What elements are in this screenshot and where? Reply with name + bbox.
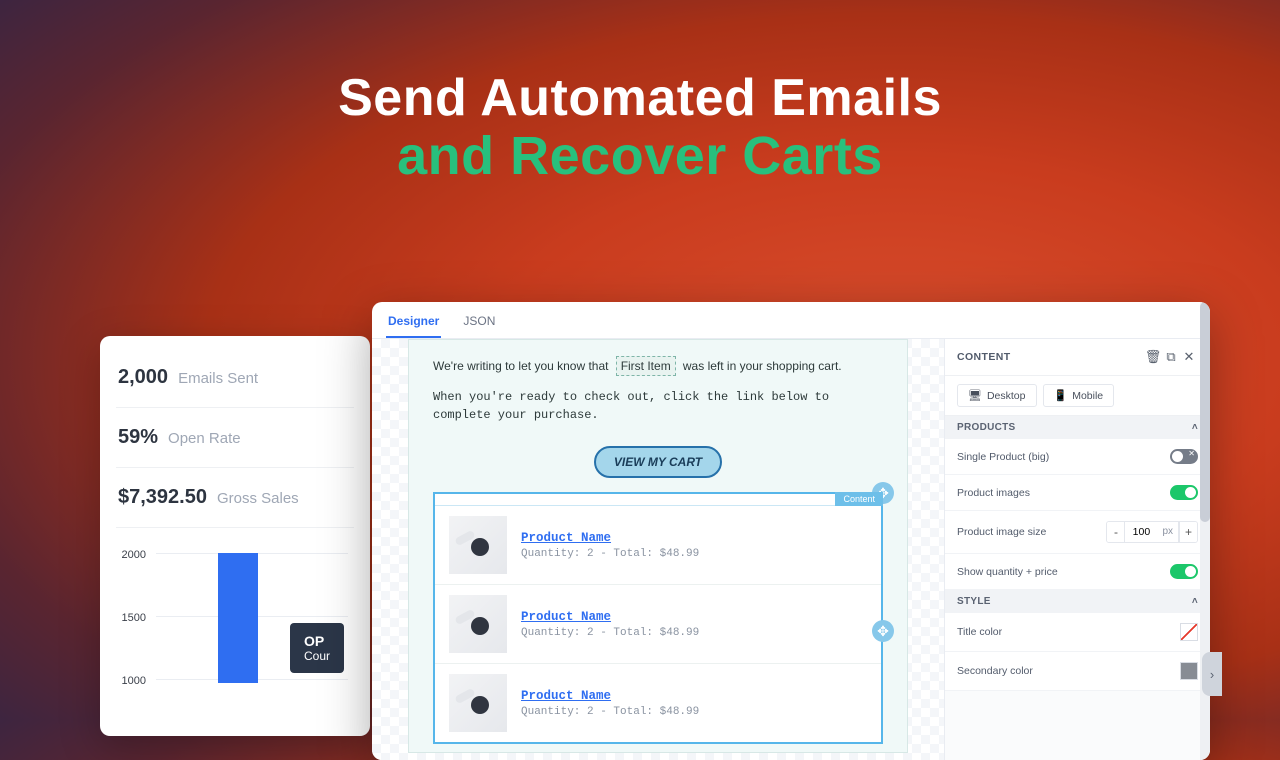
designer-canvas[interactable]: We're writing to let you know that First… [372, 339, 944, 760]
view-cart-button[interactable]: VIEW MY CART [594, 446, 722, 478]
image-size-stepper[interactable]: - px + [1106, 521, 1198, 543]
text-span: was left in your shopping cart. [683, 359, 842, 373]
stats-card: 2,000 Emails Sent 59% Open Rate $7,392.5… [100, 336, 370, 736]
device-desktop-button[interactable]: 🖥 Desktop [957, 384, 1037, 407]
toggle-product-images[interactable] [1170, 485, 1198, 500]
move-block-handle[interactable]: ✥ [872, 620, 894, 642]
y-tick: 1500 [110, 612, 146, 624]
tooltip-title: OP [304, 633, 324, 649]
desktop-icon: 🖥 [968, 389, 982, 402]
stat-emails-sent: 2,000 Emails Sent [116, 348, 354, 408]
product-name[interactable]: Product Name [521, 531, 699, 545]
prop-single-product: Single Product (big) [957, 451, 1170, 463]
section-title: STYLE [957, 596, 991, 607]
chart-bar [218, 553, 258, 683]
tab-json[interactable]: JSON [461, 308, 497, 338]
product-meta: Quantity: 2 - Total: $48.99 [521, 548, 699, 560]
duplicate-icon[interactable]: ⧉ [1162, 349, 1180, 365]
products-block[interactable]: ✥ ✥ Content Product Name Quantity: 2 - T… [433, 492, 883, 744]
designer-tabs: Designer JSON [372, 302, 1210, 339]
product-name[interactable]: Product Name [521, 610, 699, 624]
stepper-increment[interactable]: + [1179, 522, 1197, 542]
properties-panel: CONTENT 🗑 ⧉ ✕ 🖥 Desktop 📱 Mobile PRODUCTS ˄… [944, 339, 1210, 760]
device-label: Desktop [987, 390, 1026, 402]
stepper-decrement[interactable]: - [1107, 522, 1125, 542]
section-products[interactable]: PRODUCTS ˄ [945, 416, 1210, 439]
device-mobile-button[interactable]: 📱 Mobile [1043, 384, 1115, 407]
product-row[interactable]: Product Name Quantity: 2 - Total: $48.99 [435, 585, 881, 664]
stat-value: $7,392.50 [118, 486, 207, 509]
headline-line-1: Send Automated Emails [0, 70, 1280, 127]
chart-tooltip: OP Cour [290, 623, 344, 673]
product-thumb-icon [449, 595, 507, 653]
secondary-color-swatch[interactable] [1180, 662, 1198, 680]
email-designer-window: Designer JSON We're writing to let you k… [372, 302, 1210, 760]
stat-open-rate: 59% Open Rate [116, 408, 354, 468]
toggle-single-product[interactable] [1170, 449, 1198, 464]
product-meta: Quantity: 2 - Total: $48.99 [521, 627, 699, 639]
y-tick: 1000 [110, 675, 146, 687]
chevron-up-icon: ˄ [1192, 422, 1198, 433]
email-paragraph-2: When you're ready to check out, click th… [433, 388, 883, 424]
stat-value: 59% [118, 426, 158, 449]
stat-label: Emails Sent [178, 370, 258, 387]
chevron-up-icon: ˄ [1192, 596, 1198, 607]
prop-image-size: Product image size [957, 526, 1106, 538]
y-axis: 2000 1500 1000 [110, 554, 150, 684]
product-row[interactable]: Product Name Quantity: 2 - Total: $48.99 [435, 506, 881, 585]
stat-label: Gross Sales [217, 490, 299, 507]
marketing-headline: Send Automated Emails and Recover Carts [0, 70, 1280, 187]
product-meta: Quantity: 2 - Total: $48.99 [521, 706, 699, 718]
stat-gross-sales: $7,392.50 Gross Sales [116, 468, 354, 528]
content-badge: Content [835, 492, 883, 506]
product-thumb-icon [449, 674, 507, 732]
section-title: PRODUCTS [957, 422, 1016, 433]
tooltip-subtitle: Cour [304, 649, 330, 663]
product-thumb-icon [449, 516, 507, 574]
trash-icon[interactable]: 🗑 [1144, 349, 1162, 365]
tab-designer[interactable]: Designer [386, 308, 441, 338]
section-style[interactable]: STYLE ˄ [945, 590, 1210, 613]
title-color-swatch[interactable] [1180, 623, 1198, 641]
prop-title-color: Title color [957, 626, 1180, 638]
prop-secondary-color: Secondary color [957, 665, 1180, 677]
product-name[interactable]: Product Name [521, 689, 699, 703]
mobile-icon: 📱 [1054, 389, 1068, 402]
collapse-panel-handle[interactable]: › [1202, 652, 1222, 696]
y-tick: 2000 [110, 549, 146, 561]
stat-label: Open Rate [168, 430, 241, 447]
prop-product-images: Product images [957, 487, 1170, 499]
text-span: We're writing to let you know that [433, 359, 608, 373]
headline-line-2: and Recover Carts [0, 127, 1280, 186]
close-icon[interactable]: ✕ [1180, 349, 1198, 365]
device-label: Mobile [1072, 390, 1103, 402]
email-preview: We're writing to let you know that First… [408, 339, 908, 753]
unit-label: px [1157, 522, 1179, 542]
panel-title: CONTENT [957, 351, 1144, 363]
product-row[interactable]: Product Name Quantity: 2 - Total: $48.99 [435, 664, 881, 742]
image-size-input[interactable] [1125, 522, 1157, 542]
stat-value: 2,000 [118, 366, 168, 389]
prop-show-qty-price: Show quantity + price [957, 566, 1170, 578]
merge-tag-first-item[interactable]: First Item [616, 356, 676, 376]
email-paragraph-1: We're writing to let you know that First… [433, 356, 883, 376]
chart-grid: OP Cour [156, 553, 348, 683]
toggle-show-qty-price[interactable] [1170, 564, 1198, 579]
chart-area: 2000 1500 1000 OP Cour [116, 528, 354, 698]
